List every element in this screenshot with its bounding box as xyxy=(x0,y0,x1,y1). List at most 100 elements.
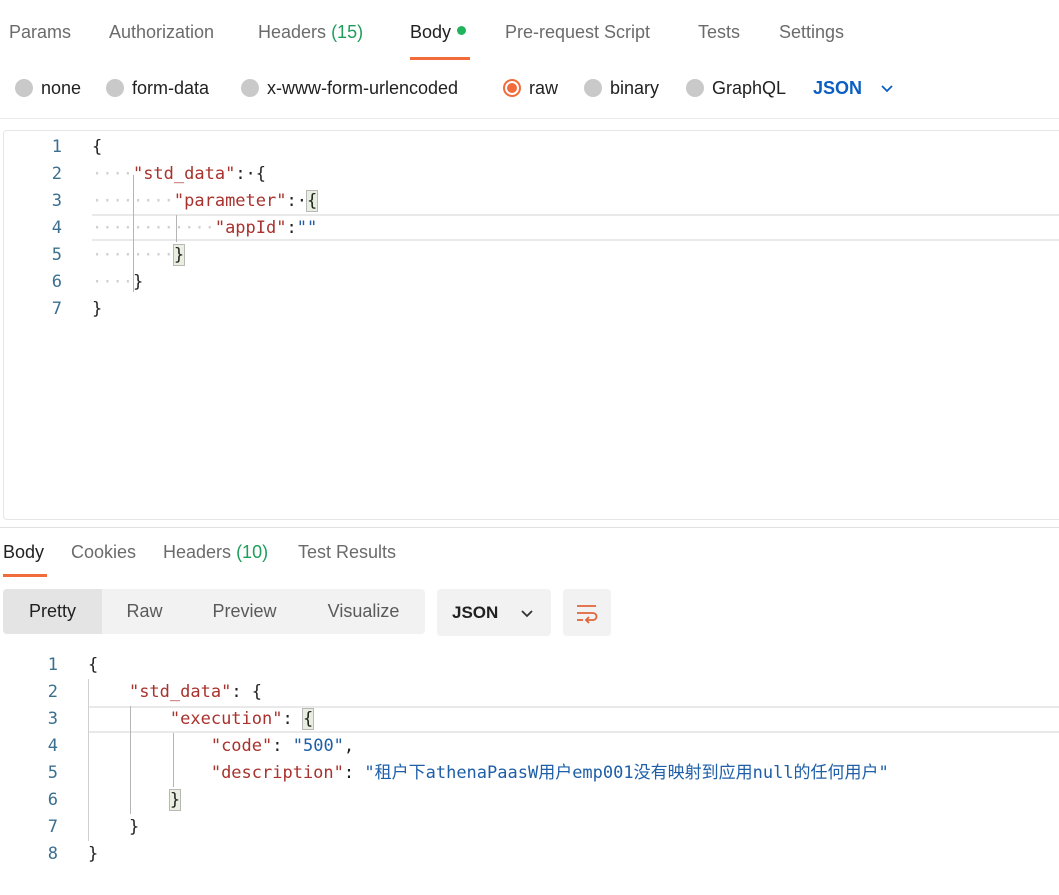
button-label: Pretty xyxy=(28,601,76,621)
tab-headers[interactable]: Headers (15) xyxy=(258,22,363,43)
view-raw-button[interactable]: Raw xyxy=(102,589,187,634)
radio-x-www-form-urlencoded[interactable]: x-www-form-urlencoded xyxy=(241,74,458,102)
line-text: { xyxy=(88,652,98,679)
chevron-down-icon xyxy=(521,609,533,617)
modified-dot xyxy=(457,26,467,35)
code-line: 2 ····"std_data":·{ xyxy=(4,161,1059,188)
code-line: 6 ····} xyxy=(4,269,1059,296)
line-text: { xyxy=(92,134,102,161)
line-number: 1 xyxy=(47,655,58,675)
json-string-value: "" xyxy=(296,218,318,238)
line-text: ········"parameter":·{ xyxy=(92,188,319,215)
json-colon: : xyxy=(343,763,365,783)
json-punctuation: { xyxy=(92,137,103,157)
view-visualize-button[interactable]: Visualize xyxy=(302,589,425,634)
tab-label: Cookies xyxy=(71,542,137,562)
code-line: 5 "description": "租户下athenaPaasW用户emp001… xyxy=(0,760,1059,787)
line-number: 4 xyxy=(47,736,58,756)
code-line: 4 "code": "500", xyxy=(0,733,1059,760)
response-tab-headers[interactable]: Headers (10) xyxy=(163,542,268,563)
json-string-value: "500" xyxy=(292,736,344,756)
button-label: Visualize xyxy=(327,601,400,621)
language-label: JSON xyxy=(813,77,863,98)
response-tab-cookies[interactable]: Cookies xyxy=(71,542,136,563)
radio-label: form-data xyxy=(132,77,210,98)
json-colon: :· xyxy=(286,191,307,211)
response-tab-test-results[interactable]: Test Results xyxy=(298,542,396,563)
line-text: ····} xyxy=(92,269,143,296)
json-key: "std_data" xyxy=(132,164,236,184)
tab-label: Pre-request Script xyxy=(505,22,651,42)
divider xyxy=(0,527,1059,528)
radio-graphql[interactable]: GraphQL xyxy=(686,74,786,102)
json-punctuation: { xyxy=(305,190,319,212)
line-number: 8 xyxy=(47,844,58,864)
response-tab-body[interactable]: Body xyxy=(3,542,44,563)
radio-circle xyxy=(686,79,704,97)
tab-label: Headers xyxy=(258,22,327,42)
radio-label: binary xyxy=(610,77,660,98)
json-key: "parameter" xyxy=(173,191,287,211)
code-line: 1{ xyxy=(4,134,1059,161)
code-line: 6 } xyxy=(0,787,1059,814)
code-line: 1{ xyxy=(0,652,1059,679)
line-text: } xyxy=(88,787,182,814)
json-key: "appId" xyxy=(214,218,287,238)
code-line: 8} xyxy=(0,841,1059,868)
radio-binary[interactable]: binary xyxy=(584,74,659,102)
wrap-lines-button[interactable] xyxy=(563,589,611,636)
json-punctuation: { xyxy=(255,164,267,184)
json-punctuation: } xyxy=(168,789,182,811)
chevron-down-icon xyxy=(881,85,893,93)
line-number: 6 xyxy=(51,272,62,292)
indent-whitespace: ········ xyxy=(92,245,174,265)
json-punctuation: } xyxy=(172,244,186,266)
line-text: "std_data": { xyxy=(88,679,262,706)
tab-params[interactable]: Params xyxy=(9,22,71,43)
tab-authorization[interactable]: Authorization xyxy=(109,22,214,43)
language-label: JSON xyxy=(452,602,499,622)
tab-pre-request-script[interactable]: Pre-request Script xyxy=(505,22,650,43)
request-body-editor[interactable]: 1{2 ····"std_data":·{3 ········"parameter"… xyxy=(3,130,1059,520)
active-tab-indicator xyxy=(410,57,470,60)
radio-raw[interactable]: raw xyxy=(503,74,558,102)
radio-form-data[interactable]: form-data xyxy=(106,74,209,102)
json-string-value: "租户下athenaPaasW用户emp001没有映射到应用null的任何用户" xyxy=(364,763,889,783)
line-number: 4 xyxy=(51,218,62,238)
json-punctuation: } xyxy=(128,817,140,837)
code-line: 7 } xyxy=(0,814,1059,841)
headers-count: (15) xyxy=(331,22,364,42)
response-language-dropdown[interactable]: JSON xyxy=(437,589,551,636)
line-number: 7 xyxy=(47,817,58,837)
tab-body[interactable]: Body xyxy=(410,22,467,43)
line-text: } xyxy=(88,814,139,841)
tab-label: Tests xyxy=(698,22,741,42)
json-key: "std_data" xyxy=(128,682,232,702)
view-pretty-button[interactable]: Pretty xyxy=(3,589,102,634)
line-number: 5 xyxy=(47,763,58,783)
code-line: 3 "execution": { xyxy=(0,706,1059,733)
divider xyxy=(0,118,1059,119)
line-text: "code": "500", xyxy=(88,733,354,760)
line-number: 6 xyxy=(47,790,58,810)
json-colon: : xyxy=(231,682,252,702)
json-colon: : xyxy=(272,736,293,756)
view-preview-button[interactable]: Preview xyxy=(187,589,302,634)
tab-settings[interactable]: Settings xyxy=(779,22,844,43)
line-number: 7 xyxy=(51,299,62,319)
request-language-dropdown[interactable]: JSON xyxy=(813,74,894,102)
json-colon: :· xyxy=(235,164,256,184)
radio-circle xyxy=(241,79,259,97)
radio-none[interactable]: none xyxy=(15,74,81,102)
tab-tests[interactable]: Tests xyxy=(698,22,740,43)
tab-label: Body xyxy=(3,542,45,562)
indent-whitespace: ···· xyxy=(92,272,133,292)
response-body-viewer[interactable]: 1{2 "std_data": {3 "execution": {4 "code… xyxy=(0,652,1059,895)
tab-label: Test Results xyxy=(298,542,397,562)
radio-label: GraphQL xyxy=(712,77,787,98)
line-text: "execution": { xyxy=(88,706,315,733)
line-text: ············"appId":"" xyxy=(92,215,317,242)
radio-label: x-www-form-urlencoded xyxy=(267,77,459,98)
